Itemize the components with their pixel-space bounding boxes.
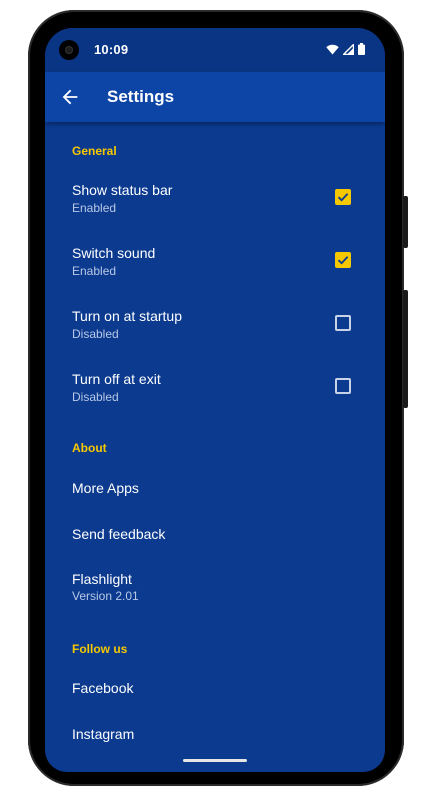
pref-title: Show status bar <box>72 182 173 198</box>
pref-summary: Disabled <box>72 390 119 404</box>
front-camera <box>59 40 79 60</box>
signal-icon <box>343 43 354 55</box>
turn-on-at-startup-checkbox[interactable] <box>335 315 351 331</box>
power-button <box>403 196 408 248</box>
pref-send-feedback[interactable]: Send feedback <box>45 514 385 560</box>
gesture-nav-handle[interactable] <box>183 759 247 762</box>
section-header-about: About <box>72 441 107 455</box>
status-icons <box>326 43 365 55</box>
pref-switch-sound[interactable]: Switch sound Enabled <box>45 235 385 298</box>
pref-title: Instagram <box>72 726 135 742</box>
battery-icon <box>358 43 365 55</box>
pref-title: Switch sound <box>72 245 156 261</box>
pref-title: Facebook <box>72 680 134 696</box>
check-icon <box>337 193 349 202</box>
app-bar: Settings <box>45 72 385 122</box>
pref-summary: Disabled <box>72 327 119 341</box>
pref-facebook[interactable]: Facebook <box>45 668 385 714</box>
volume-button <box>403 290 408 408</box>
pref-instagram[interactable]: Instagram <box>45 714 385 760</box>
pref-title: Send feedback <box>72 526 166 542</box>
status-time: 10:09 <box>94 42 129 57</box>
status-bar: 10:09 <box>45 28 385 72</box>
pref-turn-off-at-exit[interactable]: Turn off at exit Disabled <box>45 361 385 424</box>
pref-show-status-bar[interactable]: Show status bar Enabled <box>45 172 385 235</box>
pref-turn-on-at-startup[interactable]: Turn on at startup Disabled <box>45 298 385 361</box>
pref-title: Turn on at startup <box>72 308 182 324</box>
pref-title: Flashlight <box>72 571 132 587</box>
section-header-general: General <box>72 144 117 158</box>
settings-list: General Show status bar Enabled Switch s… <box>45 122 385 772</box>
pref-summary: Enabled <box>72 201 117 215</box>
page-title: Settings <box>107 87 175 106</box>
arrow-left-icon[interactable] <box>59 86 81 108</box>
show-status-bar-checkbox[interactable] <box>335 189 351 205</box>
wifi-icon <box>326 44 339 54</box>
pref-title: Turn off at exit <box>72 371 161 387</box>
pref-more-apps[interactable]: More Apps <box>45 468 385 514</box>
pref-flashlight-version[interactable]: Flashlight Version 2.01 <box>45 560 385 622</box>
switch-sound-checkbox[interactable] <box>335 252 351 268</box>
pref-summary: Version 2.01 <box>72 589 139 603</box>
section-header-follow-us: Follow us <box>72 642 128 656</box>
turn-off-at-exit-checkbox[interactable] <box>335 378 351 394</box>
pref-title: More Apps <box>72 480 139 496</box>
pref-summary: Enabled <box>72 264 117 278</box>
check-icon <box>337 256 349 265</box>
screen: 10:09 Settings General Show status bar E <box>45 28 385 772</box>
